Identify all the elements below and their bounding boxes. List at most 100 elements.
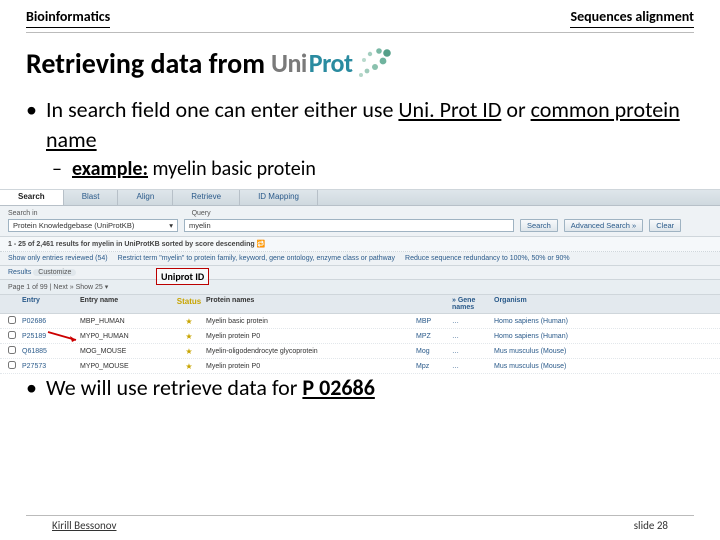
results-table: Entry Entry name Status Protein names » … xyxy=(0,295,720,374)
slide-title-row: Retrieving data from UniProt xyxy=(0,45,720,81)
row-checkbox[interactable] xyxy=(8,316,16,324)
table-row[interactable]: P25189 MYP0_HUMAN ★ Myelin protein P0 MP… xyxy=(0,329,720,344)
cell-entry[interactable]: Q61885 xyxy=(22,348,80,355)
b1-underline1: Uni. Prot ID xyxy=(398,96,501,123)
cell-more: … xyxy=(452,318,494,325)
cell-organism[interactable]: Homo sapiens (Human) xyxy=(494,318,712,325)
col-entry[interactable]: Entry xyxy=(22,297,80,311)
sub-list: example: myelin basic protein xyxy=(46,156,694,183)
tab-bar: Search Blast Align Retrieve ID Mapping xyxy=(0,190,720,206)
uniprot-screenshot: Search Blast Align Retrieve ID Mapping S… xyxy=(0,189,720,363)
cell-gene[interactable]: Mpz xyxy=(416,363,452,370)
col-organism[interactable]: Organism xyxy=(494,297,712,311)
pagination-row[interactable]: Page 1 of 99 | Next » Show 25 ▾ xyxy=(0,280,720,295)
query-label: Query xyxy=(192,210,211,217)
col-protein-names[interactable]: Protein names xyxy=(206,297,416,311)
cell-organism[interactable]: Homo sapiens (Human) xyxy=(494,333,712,340)
col-blank xyxy=(416,297,452,311)
table-row[interactable]: Q61885 MOG_MOUSE ★ Myelin-oligodendrocyt… xyxy=(0,344,720,359)
col-gene-names[interactable]: » Gene names xyxy=(452,297,494,311)
cell-entry-name: MBP_HUMAN xyxy=(80,318,172,325)
header-right: Sequences alignment xyxy=(570,8,694,28)
b1-mid: or xyxy=(501,96,530,123)
slide-header: Bioinformatics Sequences alignment xyxy=(0,0,720,32)
cell-entry-name: MOG_MOUSE xyxy=(80,348,172,355)
cell-protein-name: Myelin basic protein xyxy=(206,318,416,325)
star-icon: ★ xyxy=(172,332,206,341)
bullet-list: In search field one can enter either use… xyxy=(0,95,720,183)
filter-restrict[interactable]: Restrict term "myelin" to protein family… xyxy=(118,255,395,262)
cell-entry[interactable]: P27573 xyxy=(22,363,80,370)
search-button[interactable]: Search xyxy=(520,219,558,232)
advanced-search-button[interactable]: Advanced Search » xyxy=(564,219,643,232)
cell-organism[interactable]: Mus musculus (Mouse) xyxy=(494,363,712,370)
header-rule xyxy=(26,32,694,33)
b2-text: We will use retrieve data for xyxy=(46,374,302,401)
row-checkbox[interactable] xyxy=(8,331,16,339)
tab-idmapping[interactable]: ID Mapping xyxy=(240,190,318,205)
customize-pill[interactable]: Customize xyxy=(33,269,76,276)
cell-more: … xyxy=(452,363,494,370)
cell-protein-name: Myelin-oligodendrocyte glycoprotein xyxy=(206,348,416,355)
cell-gene[interactable]: Mog xyxy=(416,348,452,355)
tab-blast[interactable]: Blast xyxy=(64,190,119,205)
star-icon: ★ xyxy=(172,317,206,326)
bullet-2: We will use retrieve data for P 02686 xyxy=(46,373,694,403)
col-checkbox xyxy=(8,297,22,311)
star-icon: ★ xyxy=(172,362,206,371)
b2-underline: P 02686 xyxy=(302,374,374,401)
row-checkbox[interactable] xyxy=(8,361,16,369)
footer-author: Kirill Bessonov xyxy=(52,519,117,532)
example-label: example: xyxy=(72,157,148,181)
uniprot-logo: UniProt xyxy=(271,45,393,81)
tab-search[interactable]: Search xyxy=(0,190,64,205)
uniprot-dots-icon xyxy=(355,45,393,81)
cell-entry-name: MYP0_MOUSE xyxy=(80,363,172,370)
tab-retrieve[interactable]: Retrieve xyxy=(173,190,240,205)
search-block: Search in Query Protein Knowledgebase (U… xyxy=(0,206,720,237)
table-row[interactable]: P27573 MYP0_MOUSE ★ Myelin protein P0 Mp… xyxy=(0,359,720,374)
sub-bullet-example: example: myelin basic protein xyxy=(72,156,694,183)
filter-show-only[interactable]: Show only entries reviewed (54) xyxy=(8,255,108,262)
results-summary: 1 - 25 of 2,461 results for myelin in Un… xyxy=(0,237,720,252)
example-text: myelin basic protein xyxy=(148,157,316,181)
tab-align[interactable]: Align xyxy=(118,190,173,205)
cell-entry[interactable]: P02686 xyxy=(22,318,80,325)
search-in-label: Search in xyxy=(8,210,38,217)
chevron-down-icon: ▾ xyxy=(169,221,173,230)
search-in-value: Protein Knowledgebase (UniProtKB) xyxy=(13,221,134,230)
cell-more: … xyxy=(452,348,494,355)
uniprot-id-callout: Uniprot ID xyxy=(156,268,209,285)
col-entry-name[interactable]: Entry name xyxy=(80,297,172,311)
filter-bar: Show only entries reviewed (54) Restrict… xyxy=(0,252,720,266)
bullet-list-2: We will use retrieve data for P 02686 xyxy=(0,373,720,403)
col-status[interactable]: Status xyxy=(172,297,206,311)
header-left: Bioinformatics xyxy=(26,8,110,28)
logo-text-uni: Uni xyxy=(271,47,307,79)
row-checkbox[interactable] xyxy=(8,346,16,354)
cell-gene[interactable]: MBP xyxy=(416,318,452,325)
cell-gene[interactable]: MPZ xyxy=(416,333,452,340)
slide-title: Retrieving data from xyxy=(26,46,265,81)
cell-protein-name: Myelin protein P0 xyxy=(206,333,416,340)
bullet-1: In search field one can enter either use… xyxy=(46,95,694,183)
cell-more: … xyxy=(452,333,494,340)
search-in-select[interactable]: Protein Knowledgebase (UniProtKB) ▾ xyxy=(8,219,178,232)
b1-text1: In search field one can enter either use xyxy=(46,96,398,123)
callout-arrow-icon xyxy=(46,330,82,344)
table-row[interactable]: P02686 MBP_HUMAN ★ Myelin basic protein … xyxy=(0,314,720,329)
footer-slide-number: slide 28 xyxy=(634,519,668,532)
cell-organism[interactable]: Mus musculus (Mouse) xyxy=(494,348,712,355)
slide-footer: Kirill Bessonov slide 28 xyxy=(26,515,694,532)
results-summary-text: 1 - 25 of 2,461 results for myelin in Un… xyxy=(8,241,257,248)
star-icon: ★ xyxy=(172,347,206,356)
filter-reduce[interactable]: Reduce sequence redundancy to 100%, 50% … xyxy=(405,255,570,262)
table-header: Entry Entry name Status Protein names » … xyxy=(0,295,720,314)
results-toolbar: Results Customize xyxy=(0,266,720,280)
cell-protein-name: Myelin protein P0 xyxy=(206,363,416,370)
query-input[interactable]: myelin xyxy=(184,219,514,232)
logo-text-prot: Prot xyxy=(309,47,353,79)
cell-entry-name: MYP0_HUMAN xyxy=(80,333,172,340)
results-label: Results xyxy=(8,269,31,276)
clear-button[interactable]: Clear xyxy=(649,219,681,232)
